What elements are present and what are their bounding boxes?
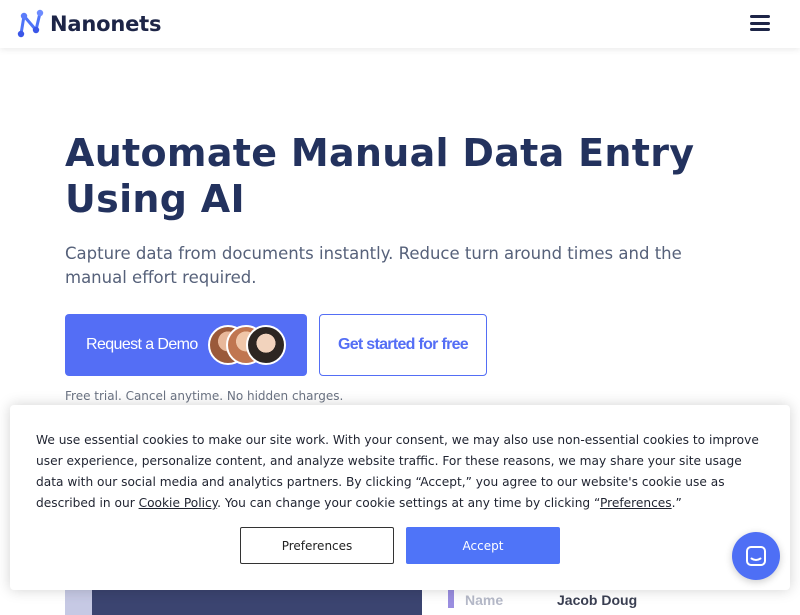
nanonets-logo-icon bbox=[17, 9, 44, 38]
request-demo-button[interactable]: Request a Demo bbox=[65, 314, 307, 376]
preview-field-value: Jacob Doug bbox=[557, 592, 638, 608]
chat-launcher-button[interactable] bbox=[732, 532, 780, 580]
hamburger-menu-icon[interactable] bbox=[750, 15, 770, 33]
preferences-button[interactable]: Preferences bbox=[240, 527, 394, 564]
hero-subtitle: Capture data from documents instantly. R… bbox=[65, 244, 682, 287]
cookie-text-part: .” bbox=[671, 496, 682, 510]
cookie-text-part: . You can change your cookie settings at… bbox=[217, 496, 600, 510]
hero-title: Automate Manual Data Entry Using AI bbox=[65, 131, 695, 221]
site-header: Nanonets bbox=[0, 0, 800, 48]
team-avatars bbox=[208, 325, 288, 365]
cookie-policy-link[interactable]: Cookie Policy bbox=[139, 496, 218, 510]
get-started-free-button[interactable]: Get started for free bbox=[319, 314, 487, 376]
preview-accent-bar bbox=[448, 588, 454, 608]
request-demo-label: Request a Demo bbox=[86, 336, 198, 353]
preferences-link[interactable]: Preferences bbox=[600, 496, 672, 510]
brand-name: Nanonets bbox=[50, 12, 162, 36]
free-trial-note: Free trial. Cancel anytime. No hidden ch… bbox=[65, 389, 344, 403]
cookie-consent-text: We use essential cookies to make our sit… bbox=[36, 430, 766, 514]
avatar bbox=[246, 325, 286, 365]
accept-button[interactable]: Accept bbox=[406, 527, 560, 564]
cookie-consent-banner: We use essential cookies to make our sit… bbox=[10, 405, 790, 590]
chat-launcher-icon bbox=[746, 546, 766, 566]
preview-field-label: Name bbox=[465, 592, 504, 608]
brand-logo[interactable]: Nanonets bbox=[16, 9, 161, 39]
